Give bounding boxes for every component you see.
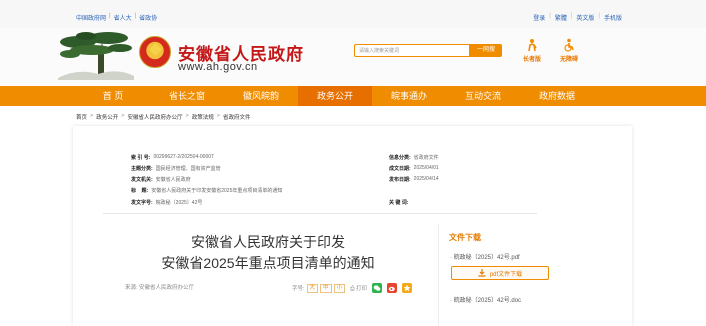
meta-issuer: 发文机关: 安徽省人民政府: [131, 176, 191, 183]
breadcrumb-separator: >: [90, 113, 94, 119]
printer-icon: ⎙: [350, 285, 355, 292]
meta-value: 安徽省人民政府: [155, 177, 191, 183]
english-version-link[interactable]: 英文版: [576, 13, 594, 22]
link-separator: |: [134, 13, 137, 19]
nav-item-home[interactable]: 首 页: [76, 86, 150, 106]
nav-item-anhui-culture[interactable]: 徽风皖韵: [224, 86, 298, 106]
document-tools: 字号: 大 中 小 ⎙ 打印: [292, 283, 413, 293]
utility-links: 登录 | 繁體 | 英文版 | 手机版: [533, 13, 622, 22]
meta-subject: 主题分类: 国民经济管理、国有资产监管: [131, 165, 221, 172]
meta-value: 安徽省人民政府关于印发安徽省2025年重点项目清单的通知: [151, 188, 283, 194]
meta-label: 信息分类:: [389, 155, 411, 161]
breadcrumb-separator: >: [185, 113, 189, 119]
download-file-name: 皖政秘〔2025〕42号.doc: [453, 298, 522, 304]
breadcrumb-provincial-documents[interactable]: 省政府文件: [223, 113, 251, 121]
download-file-name: 皖政秘〔2025〕42号.pdf: [453, 255, 520, 261]
font-size-medium-button[interactable]: 中: [320, 283, 332, 293]
meta-keywords: 关 键 词:: [389, 199, 411, 206]
meta-doc-no: 发文字号: 皖政秘〔2025〕42号: [131, 199, 202, 206]
pdf-download-button[interactable]: pdf文件下载: [451, 266, 549, 280]
accessibility-button[interactable]: 无障碍: [556, 38, 582, 63]
link-china-gov[interactable]: 中国政府网: [76, 13, 106, 22]
nav-item-interaction[interactable]: 互动交流: [446, 86, 520, 106]
top-link-bar: 中国政府网 | 省人大 | 省政协 登录 | 繁體 | 英文版 | 手机版: [0, 0, 706, 28]
meta-label: 发文机关:: [131, 177, 153, 183]
meta-value: 省政府文件: [413, 155, 439, 161]
link-provincial-congress[interactable]: 省人大: [114, 13, 132, 22]
meta-label: 索 引 号:: [131, 155, 151, 161]
meta-published-date: 发布日期: 2025/04/14: [389, 176, 439, 183]
site-header: 安徽省人民政府 www.ah.gov.cn 请输入搜索关键词 一网搜 长者版 无…: [0, 28, 706, 86]
breadcrumb-separator: >: [216, 113, 220, 119]
search-input[interactable]: 请输入搜索关键词: [354, 44, 470, 57]
national-emblem-icon: [139, 36, 171, 68]
breadcrumb-policies[interactable]: 政策法规: [192, 113, 214, 121]
sidebar-divider: [438, 224, 439, 326]
login-link[interactable]: 登录: [533, 13, 545, 22]
print-button[interactable]: ⎙ 打印: [350, 284, 367, 293]
link-separator: |: [109, 13, 111, 19]
nav-item-governor-window[interactable]: 省长之窗: [150, 86, 224, 106]
meta-value: 皖政秘〔2025〕42号: [155, 200, 203, 206]
breadcrumb: 首页 > 政务公开 > 安徽省人民政府办公厅 > 政策法规 > 省政府文件: [76, 113, 250, 121]
font-size-small-button[interactable]: 小: [333, 283, 346, 293]
document-source: 来源: 安徽省人民政府办公厅: [125, 285, 195, 291]
meta-category: 信息分类: 省政府文件: [389, 154, 439, 161]
meta-value: 2025/04/14: [413, 176, 439, 182]
divider: [103, 213, 537, 214]
font-size-large-button[interactable]: 大: [306, 283, 319, 293]
elder-mode-button[interactable]: 长者版: [519, 38, 545, 63]
download-file-pdf[interactable]: · 皖政秘〔2025〕42号.pdf: [450, 252, 520, 261]
download-file-doc[interactable]: · 皖政秘〔2025〕42号.doc: [450, 295, 521, 304]
external-links: 中国政府网 | 省人大 | 省政协: [76, 13, 157, 22]
pine-tree-icon: [58, 32, 134, 80]
meta-value: 国民经济管理、国有资产监管: [155, 166, 221, 172]
nav-item-government-data[interactable]: 政府数据: [520, 86, 594, 106]
main-nav: 首 页 省长之窗 徽风皖韵 政务公开 皖事通办 互动交流 政府数据: [0, 86, 706, 106]
meta-label: 成文日期:: [389, 166, 411, 172]
link-separator: |: [570, 13, 573, 19]
elder-mode-label: 长者版: [522, 57, 541, 63]
breadcrumb-government-affairs[interactable]: 政务公开: [96, 113, 118, 121]
accessibility-icon: [562, 38, 576, 52]
meta-index-no: 索 引 号: 00299627-2/202504-00007: [131, 154, 214, 161]
weibo-share-icon[interactable]: [387, 283, 398, 293]
meta-title: 标 题: 安徽省人民政府关于印发安徽省2025年重点项目清单的通知: [131, 187, 282, 194]
accessibility-label: 无障碍: [559, 57, 578, 63]
download-heading: 文件下载: [449, 233, 481, 242]
meta-label: 发布日期:: [389, 177, 411, 183]
meta-label: 标 题:: [131, 188, 149, 194]
breadcrumb-general-office[interactable]: 安徽省人民政府办公厅: [127, 113, 182, 121]
document-title-line-2: 安徽省2025年重点项目清单的通知: [161, 255, 375, 271]
breadcrumb-separator: >: [121, 113, 125, 119]
qzone-share-icon[interactable]: [402, 283, 413, 293]
link-separator: |: [598, 13, 600, 19]
document-title-line-1: 安徽省人民政府关于印发: [191, 234, 345, 250]
pdf-download-label: pdf文件下载: [489, 271, 523, 278]
meta-label: 发文字号:: [131, 200, 153, 206]
wechat-share-icon[interactable]: [372, 283, 383, 293]
font-size-label: 字号:: [292, 286, 305, 292]
breadcrumb-home[interactable]: 首页: [76, 113, 87, 121]
download-icon: [478, 269, 486, 277]
nav-item-online-services[interactable]: 皖事通办: [372, 86, 446, 106]
link-separator: |: [549, 13, 551, 19]
meta-value: 2025/04/01: [413, 165, 439, 171]
nav-item-government-affairs[interactable]: 政务公开: [298, 86, 372, 106]
meta-label: 主题分类:: [131, 166, 153, 172]
meta-created-date: 成文日期: 2025/04/01: [389, 165, 439, 172]
search-button[interactable]: 一网搜: [470, 44, 502, 57]
meta-value: 00299627-2/202504-00007: [153, 154, 214, 160]
print-label: 打印: [356, 285, 368, 292]
traditional-chinese-link[interactable]: 繁體: [555, 13, 567, 22]
meta-label: 关 键 词:: [389, 200, 409, 206]
site-url: www.ah.gov.cn: [178, 61, 258, 73]
mobile-version-link[interactable]: 手机版: [604, 13, 622, 22]
elder-icon: [525, 38, 539, 52]
link-provincial-cppcc[interactable]: 省政协: [139, 13, 157, 22]
